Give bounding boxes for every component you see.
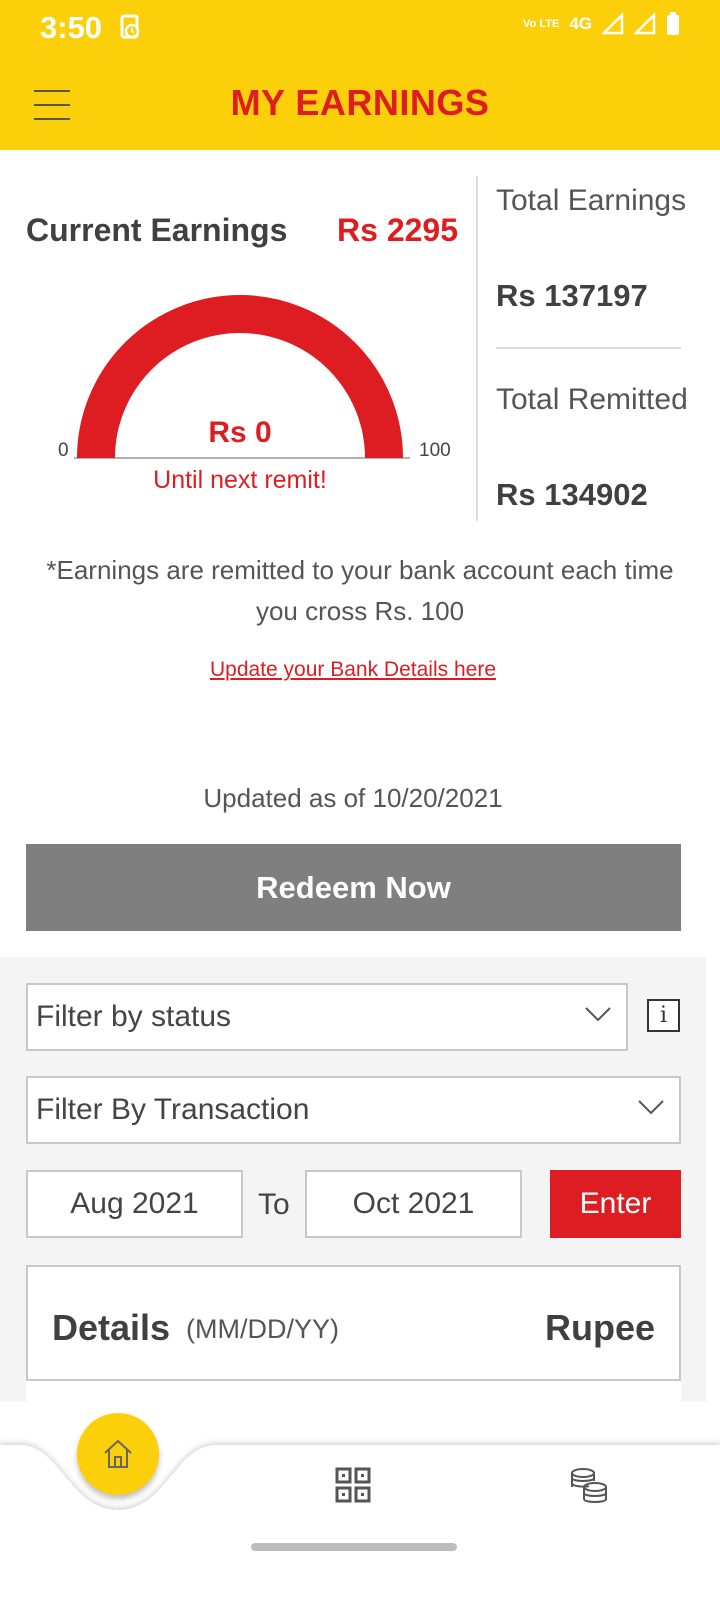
status-indicators: Vo LTE 4G bbox=[523, 12, 680, 36]
sync-icon bbox=[120, 14, 142, 45]
battery-icon bbox=[667, 12, 679, 35]
filter-status-select[interactable]: Filter by status bbox=[26, 983, 628, 1051]
total-remitted-label: Total Remitted bbox=[496, 383, 688, 416]
filter-transaction-placeholder: Filter By Transaction bbox=[36, 1093, 310, 1126]
coins-icon bbox=[571, 1468, 607, 1503]
chevron-down-icon bbox=[585, 1007, 611, 1022]
app-header: 3:50 Vo LTE 4G MY EARNINGS bbox=[0, 0, 720, 150]
remit-note: *Earnings are remitted to your bank acco… bbox=[46, 555, 674, 626]
details-header: Details (MM/DD/YY) Rupee bbox=[26, 1265, 681, 1381]
gauge-max-label: 100 bbox=[419, 440, 451, 461]
nav-coins-button[interactable] bbox=[569, 1467, 609, 1510]
current-earnings-label: Current Earnings bbox=[26, 212, 288, 248]
total-remitted-value: Rs 134902 bbox=[496, 477, 648, 512]
status-time: 3:50 bbox=[40, 10, 103, 45]
to-label: To bbox=[258, 1188, 290, 1221]
signal-icon bbox=[634, 13, 656, 35]
from-date-field[interactable]: Aug 2021 bbox=[26, 1170, 243, 1238]
to-date-field[interactable]: Oct 2021 bbox=[305, 1170, 522, 1238]
home-icon bbox=[104, 1439, 132, 1468]
gauge-min-label: 0 bbox=[58, 440, 69, 461]
page-title: MY EARNINGS bbox=[230, 82, 490, 123]
qr-code-icon bbox=[335, 1467, 371, 1503]
redeem-now-button[interactable]: Redeem Now bbox=[26, 844, 681, 931]
vertical-divider bbox=[476, 176, 478, 521]
details-currency: Rupee bbox=[544, 1307, 655, 1348]
details-title: Details bbox=[52, 1307, 171, 1348]
filter-transaction-select[interactable]: Filter By Transaction bbox=[26, 1076, 681, 1144]
info-icon[interactable]: i bbox=[647, 999, 680, 1032]
updated-date: Updated as of 10/20/2021 bbox=[203, 783, 503, 813]
network-type: 4G bbox=[569, 14, 592, 33]
update-bank-details-link[interactable]: Update your Bank Details here bbox=[0, 658, 706, 682]
home-indicator[interactable] bbox=[251, 1543, 457, 1551]
volte-indicator: Vo LTE bbox=[523, 17, 560, 30]
gauge-caption: Until next remit! bbox=[153, 466, 327, 494]
details-date-format: (MM/DD/YY) bbox=[186, 1314, 339, 1344]
stats-divider bbox=[496, 347, 681, 349]
gauge-value: Rs 0 bbox=[208, 416, 272, 449]
enter-button[interactable]: Enter bbox=[550, 1170, 681, 1238]
nav-qr-button[interactable] bbox=[335, 1467, 371, 1508]
signal-icon bbox=[602, 13, 624, 35]
total-earnings-label: Total Earnings bbox=[496, 184, 687, 217]
chevron-down-icon bbox=[638, 1100, 664, 1115]
nav-home-button[interactable] bbox=[77, 1413, 159, 1495]
filter-status-placeholder: Filter by status bbox=[36, 1000, 232, 1033]
total-earnings-value: Rs 137197 bbox=[496, 278, 648, 313]
current-earnings-value: Rs 2295 bbox=[337, 212, 458, 248]
